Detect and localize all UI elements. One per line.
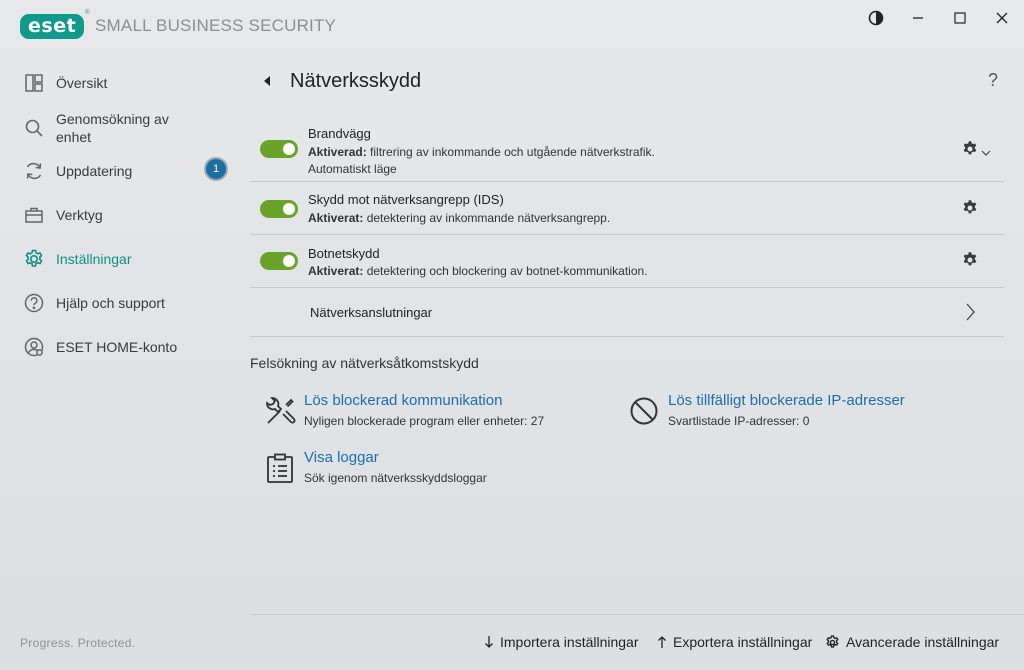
module-mode: Automatiskt läge: [308, 162, 397, 176]
network-connections-row[interactable]: Nätverksanslutningar: [250, 288, 1004, 337]
overview-icon: [22, 71, 46, 95]
botnet-toggle[interactable]: [260, 252, 298, 270]
account-icon: [22, 335, 46, 359]
troubleshoot-title: Felsökning av nätverksåtkomstskydd: [250, 355, 479, 371]
sidebar-item-label: Inställningar: [56, 251, 132, 267]
ids-toggle[interactable]: [260, 200, 298, 218]
advanced-settings-button[interactable]: Avancerade inställningar: [825, 634, 999, 650]
botnet-settings-gear-icon[interactable]: [961, 251, 979, 269]
sidebar-item-tools[interactable]: Verktyg: [22, 206, 232, 227]
logo-text: eset: [20, 13, 85, 39]
sidebar-item-help[interactable]: Hjälp och support: [22, 291, 232, 315]
tool-view-logs: Visa loggar Sök igenom nätverksskyddslog…: [264, 449, 487, 486]
sidebar-item-label: Genomsökning av enhet: [56, 111, 169, 145]
module-title: Botnetskydd: [308, 246, 380, 261]
view-logs-desc: Sök igenom nätverksskyddsloggar: [304, 471, 487, 485]
network-connections-label: Nätverksanslutningar: [310, 305, 433, 320]
refresh-icon: [22, 159, 46, 183]
firewall-toggle[interactable]: [260, 140, 298, 158]
update-count-badge: 1: [206, 159, 226, 179]
arrow-up-icon: [657, 635, 667, 649]
advanced-settings-label: Avancerade inställningar: [846, 634, 1000, 650]
sidebar-item-label: Hjälp och support: [56, 295, 165, 311]
arrow-down-icon: [484, 635, 494, 649]
firewall-settings-gear-icon[interactable]: [961, 140, 979, 158]
module-title: Brandvägg: [308, 126, 371, 141]
export-settings-label: Exportera inställningar: [673, 634, 813, 650]
module-row-botnet: Botnetskydd Aktiverat: detektering och b…: [250, 235, 1004, 288]
clipboard-icon: [264, 452, 298, 486]
sidebar-item-overview[interactable]: Översikt: [22, 74, 232, 95]
eset-logo: eset ®: [20, 10, 90, 40]
briefcase-icon: [22, 203, 46, 227]
module-row-firewall: Brandvägg Aktiverad: filtrering av inkom…: [250, 120, 1004, 182]
chevron-down-icon[interactable]: [981, 144, 991, 162]
help-icon: [22, 291, 46, 315]
module-desc: Aktiverat: detektering och blockering av…: [308, 264, 648, 278]
block-icon: [628, 395, 662, 429]
footer-divider: [250, 614, 1024, 615]
import-settings-button[interactable]: Importera inställningar: [484, 634, 639, 650]
import-settings-label: Importera inställningar: [500, 634, 639, 650]
resolve-blocked-link[interactable]: Lös blockerad kommunikation: [304, 392, 502, 409]
gear-icon: [22, 247, 46, 271]
sidebar-item-settings[interactable]: Inställningar: [22, 247, 232, 271]
sidebar-item-label: Uppdatering: [56, 163, 133, 179]
module-desc: Aktiverad: filtrering av inkommande och …: [308, 145, 655, 159]
resolve-blocked-desc: Nyligen blockerade program eller enheter…: [304, 414, 545, 428]
sidebar-item-label: ESET HOME-konto: [56, 339, 178, 355]
view-logs-link[interactable]: Visa loggar: [304, 449, 379, 466]
sidebar-item-label: Översikt: [56, 75, 108, 91]
tools-icon: [264, 395, 298, 429]
module-title: Skydd mot nätverksangrepp (IDS): [308, 192, 504, 207]
resolve-ip-desc: Svartlistade IP-adresser: 0: [668, 414, 810, 428]
module-row-ids: Skydd mot nätverksangrepp (IDS) Aktivera…: [250, 182, 1004, 235]
search-icon: [22, 116, 46, 140]
sidebar-item-update[interactable]: Uppdatering 1: [22, 159, 232, 183]
sidebar-item-scan[interactable]: Genomsökning av enhet: [22, 110, 232, 146]
module-desc: Aktiverat: detektering av inkommande nät…: [308, 211, 611, 225]
back-button[interactable]: [262, 74, 272, 92]
tagline: Progress. Protected.: [20, 636, 136, 650]
sidebar-item-account[interactable]: ESET HOME-konto: [22, 335, 232, 359]
chevron-right-icon: [965, 303, 975, 326]
main-panel: Nätverksskydd ? Brandvägg Aktiverad: fil…: [250, 0, 1024, 670]
logo-trademark: ®: [85, 10, 90, 16]
tool-resolve-ip: Lös tillfälligt blockerade IP-adresser S…: [628, 392, 905, 429]
tool-resolve-blocked: Lös blockerad kommunikation Nyligen bloc…: [264, 392, 544, 429]
ids-settings-gear-icon[interactable]: [961, 199, 979, 217]
export-settings-button[interactable]: Exportera inställningar: [657, 634, 812, 650]
gear-icon: [825, 634, 840, 650]
page-title: Nätverksskydd: [290, 70, 422, 92]
help-button[interactable]: ?: [988, 70, 998, 91]
resolve-ip-link[interactable]: Lös tillfälligt blockerade IP-adresser: [668, 392, 905, 409]
sidebar-item-label: Verktyg: [56, 207, 103, 223]
